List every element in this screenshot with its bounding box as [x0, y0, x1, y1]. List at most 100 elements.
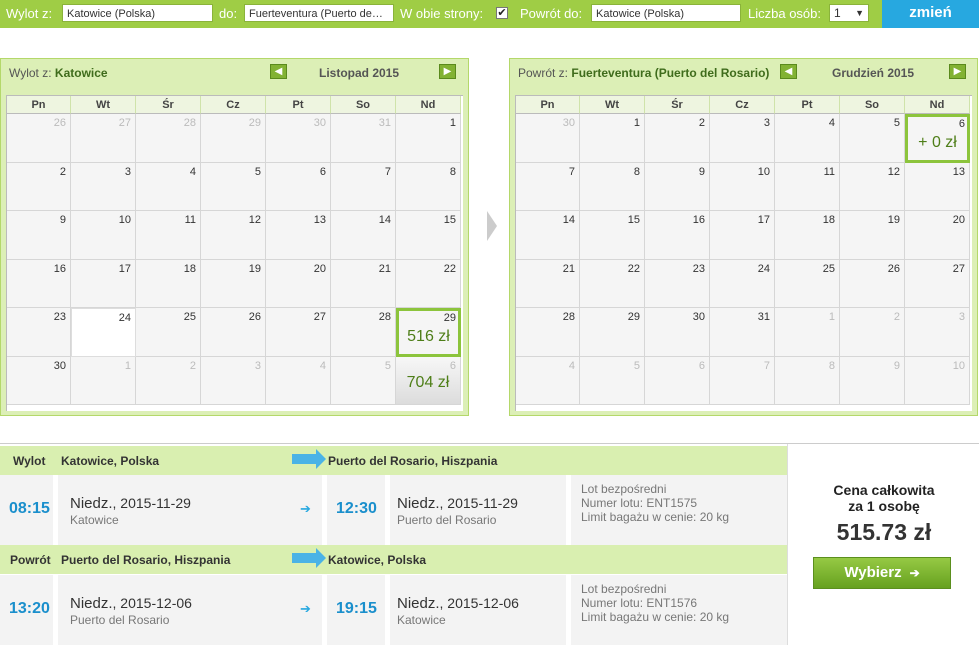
calendar-day[interactable]: 30 [645, 308, 710, 357]
calendar-day[interactable]: 22 [396, 259, 461, 308]
calendar-day[interactable]: 12 [840, 162, 905, 211]
calendar-day[interactable]: 24 [71, 308, 136, 357]
calendar-day[interactable]: 18 [136, 259, 201, 308]
calendar-day[interactable]: 28 [331, 308, 396, 357]
calendar-day[interactable]: 14 [516, 211, 580, 260]
calendar-day[interactable]: 26 [201, 308, 266, 357]
calendar-day[interactable]: 6 704 zł [396, 356, 461, 405]
calendar-day[interactable]: 21 [331, 259, 396, 308]
calendar-day[interactable]: 26 [840, 259, 905, 308]
calendar-day[interactable]: 5 [201, 162, 266, 211]
calendar-day[interactable]: 16 [7, 259, 71, 308]
calendar-day[interactable]: 21 [516, 259, 580, 308]
from-input[interactable]: Katowice (Polska) [62, 4, 213, 22]
calendar-day[interactable]: 4 [136, 162, 201, 211]
calendar-day[interactable]: 15 [580, 211, 645, 260]
calendar-day[interactable]: 6 + 0 zł [905, 114, 970, 163]
calendar-day[interactable]: 1 [396, 114, 461, 163]
calendar-day[interactable]: 10 [71, 211, 136, 260]
calendar-day[interactable]: 25 [136, 308, 201, 357]
calendar-day[interactable]: 28 [136, 114, 201, 163]
calendar-day[interactable]: 9 [7, 211, 71, 260]
calendar-day[interactable]: 6 [266, 162, 331, 211]
calendar-day[interactable]: 27 [266, 308, 331, 357]
select-button[interactable]: Wybierz ➔ [813, 557, 951, 589]
calendar-day[interactable]: 13 [905, 162, 970, 211]
calendar-day[interactable]: 30 [7, 356, 71, 405]
calendar-day[interactable]: 16 [645, 211, 710, 260]
calendar-day[interactable]: 6 [645, 356, 710, 405]
calendar-day[interactable]: 7 [331, 162, 396, 211]
calendar-day[interactable]: 30 [266, 114, 331, 163]
prev-month-button[interactable]: ◀ [780, 64, 797, 79]
next-month-button[interactable]: ▶ [439, 64, 456, 79]
calendar-day[interactable]: 19 [840, 211, 905, 260]
calendar-day[interactable]: 5 [840, 114, 905, 163]
change-search-button[interactable]: zmień [882, 0, 979, 28]
calendar-day[interactable]: 4 [775, 114, 840, 163]
calendar-day[interactable]: 11 [775, 162, 840, 211]
calendar-day[interactable]: 29 516 zł [396, 308, 461, 357]
day-number: 30 [53, 359, 66, 372]
calendar-day[interactable]: 10 [710, 162, 775, 211]
calendar-day[interactable]: 27 [71, 114, 136, 163]
calendar-day[interactable]: 14 [331, 211, 396, 260]
calendar-day[interactable]: 23 [645, 259, 710, 308]
calendar-day[interactable]: 7 [516, 162, 580, 211]
calendar-day[interactable]: 3 [71, 162, 136, 211]
calendar-day[interactable]: 9 [840, 356, 905, 405]
calendar-day[interactable]: 29 [201, 114, 266, 163]
calendar-day[interactable]: 5 [580, 356, 645, 405]
calendar-day[interactable]: 27 [905, 259, 970, 308]
calendar-day[interactable]: 25 [775, 259, 840, 308]
day-number: 11 [184, 214, 196, 226]
calendar-day[interactable]: 4 [516, 356, 580, 405]
calendar-day[interactable]: 4 [266, 356, 331, 405]
calendar-day[interactable]: 8 [775, 356, 840, 405]
calendar-day[interactable]: 28 [516, 308, 580, 357]
calendar-day[interactable]: 2 [7, 162, 71, 211]
calendar-day[interactable]: 1 [775, 308, 840, 357]
calendar-day[interactable]: 20 [266, 259, 331, 308]
calendar-day[interactable]: 31 [331, 114, 396, 163]
prev-month-button[interactable]: ◀ [270, 64, 287, 79]
calendar-day[interactable]: 22 [580, 259, 645, 308]
calendar-day[interactable]: 3 [710, 114, 775, 163]
calendar-day[interactable]: 3 [905, 308, 970, 357]
calendar-title-city: Katowice [54, 66, 108, 80]
calendar-day[interactable]: 10 [905, 356, 970, 405]
arrow-right-icon [292, 449, 326, 469]
calendar-day[interactable]: 20 [905, 211, 970, 260]
calendar-day[interactable]: 30 [516, 114, 580, 163]
calendar-day[interactable]: 8 [580, 162, 645, 211]
next-month-button[interactable]: ▶ [949, 64, 966, 79]
calendar-day[interactable]: 11 [136, 211, 201, 260]
calendar-day[interactable]: 2 [840, 308, 905, 357]
calendar-day[interactable]: 1 [71, 356, 136, 405]
calendar-day[interactable]: 9 [645, 162, 710, 211]
calendar-day[interactable]: 26 [7, 114, 71, 163]
calendar-day[interactable]: 7 [710, 356, 775, 405]
calendar-day[interactable]: 2 [645, 114, 710, 163]
calendar-day[interactable]: 19 [201, 259, 266, 308]
calendar-day[interactable]: 13 [266, 211, 331, 260]
calendar-day[interactable]: 12 [201, 211, 266, 260]
calendar-day[interactable]: 17 [71, 259, 136, 308]
persons-select[interactable]: 1 ▼ [829, 4, 869, 22]
calendar-day[interactable]: 17 [710, 211, 775, 260]
to-input[interactable]: Fuerteventura (Puerto de… [244, 4, 394, 22]
weekday-header: Nd [396, 96, 461, 114]
calendar-day[interactable]: 3 [201, 356, 266, 405]
calendar-day[interactable]: 15 [396, 211, 461, 260]
calendar-day[interactable]: 29 [580, 308, 645, 357]
calendar-day[interactable]: 24 [710, 259, 775, 308]
calendar-day[interactable]: 23 [7, 308, 71, 357]
calendar-day[interactable]: 2 [136, 356, 201, 405]
calendar-day[interactable]: 1 [580, 114, 645, 163]
calendar-day[interactable]: 31 [710, 308, 775, 357]
return-input[interactable]: Katowice (Polska) [591, 4, 741, 22]
calendar-day[interactable]: 5 [331, 356, 396, 405]
roundtrip-checkbox[interactable]: ✔ [496, 7, 508, 19]
calendar-day[interactable]: 18 [775, 211, 840, 260]
calendar-day[interactable]: 8 [396, 162, 461, 211]
